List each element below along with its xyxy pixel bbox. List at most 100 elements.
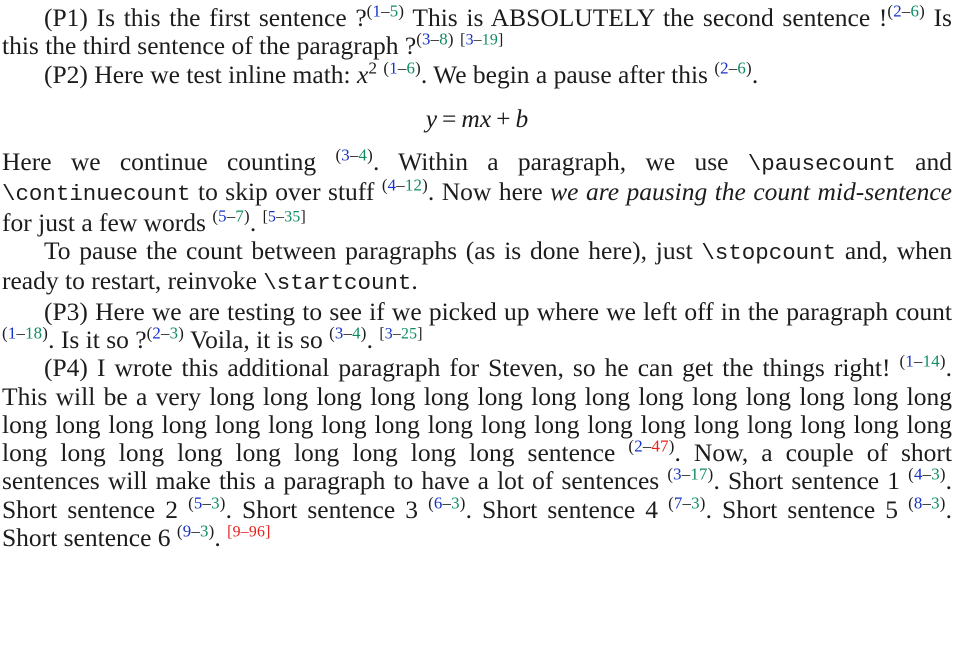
sentence-word-count: 4 [352, 323, 361, 343]
paragraph-p2: (P2) Here we test inline math: x2 (1–6).… [44, 58, 759, 89]
paragraph-word-count: 25 [401, 325, 418, 343]
sentence-word-count: 3 [451, 493, 460, 513]
emphasis-text: we are pausing the count mid-sentence [550, 177, 952, 207]
sentence-index: 1 [372, 1, 382, 21]
marker-dash: – [430, 29, 440, 49]
sentence-word-count: 18 [25, 323, 43, 343]
sentence-count-marker: (9–3) [177, 522, 215, 541]
sentence-index: 3 [422, 29, 431, 49]
equation-lhs: y [425, 103, 438, 133]
sentence-word-count: 7 [235, 206, 245, 226]
marker-close-paren: ) [707, 464, 714, 484]
marker-dash: – [381, 1, 390, 21]
marker-close-paren: ) [668, 436, 675, 456]
equation-variable: x [479, 103, 492, 133]
sentence-word-count: 3 [169, 323, 179, 343]
sentence-count-marker: (2–6) [714, 58, 752, 77]
sentence-word-count: 47 [651, 436, 669, 456]
equation-coefficient: m [461, 103, 480, 133]
sentence-word-count: 3 [211, 493, 220, 513]
marker-close-bracket: ] [265, 523, 271, 541]
sentence-count-marker: (4–12) [382, 176, 428, 195]
marker-close-bracket: ] [497, 31, 504, 49]
paragraph-continued: Here we continue counting (3–4). Within … [2, 145, 952, 237]
marker-close-paren: ) [178, 323, 185, 343]
marker-dash: – [392, 325, 402, 343]
paragraph-p3: (P3) Here we are testing to see if we pi… [2, 296, 952, 354]
paragraph-count-marker: [5–35] [263, 208, 306, 225]
marker-dash: – [922, 493, 932, 513]
sentence-count-marker: (2–47) [628, 437, 674, 456]
marker-close-paren: ) [219, 493, 226, 513]
sentence-count-marker: (8–3) [908, 493, 946, 512]
sentence-count-marker: (5–3) [188, 493, 226, 512]
marker-dash: – [682, 493, 692, 513]
paragraph-count-marker: [9–96] [227, 524, 270, 541]
marker-dash: – [396, 175, 405, 195]
marker-close-paren: ) [398, 1, 405, 21]
sentence-index: 1 [905, 351, 914, 371]
sentence-index: 2 [634, 436, 643, 456]
sentence-index: 8 [913, 493, 923, 513]
sentence-word-count: 6 [737, 58, 747, 78]
math-exponent: 2 [368, 58, 377, 78]
document-page: (P1) Is this the first sentence ?(1–5) T… [0, 0, 954, 663]
paragraph-sentence-index: 3 [384, 325, 393, 343]
sentence-count-marker: (3–17) [667, 465, 713, 484]
sentence-count-marker: (3–4) [335, 146, 373, 165]
sentence-count-marker: (4–3) [908, 465, 946, 484]
sentence-index: 3 [334, 323, 344, 343]
paragraph-sentence-index: 3 [465, 31, 474, 49]
marker-close-paren: ) [459, 493, 466, 513]
sentence-word-count: 8 [439, 29, 448, 49]
sentence-index: 3 [341, 145, 350, 165]
inline-math: x2 [357, 58, 377, 89]
sentence-word-count: 4 [358, 145, 368, 165]
marker-close-paren: ) [42, 323, 49, 343]
equation-operator: + [496, 103, 511, 133]
marker-close-paren: ) [939, 493, 946, 513]
marker-dash: – [343, 323, 353, 343]
marker-close-paren: ) [244, 206, 250, 226]
sentence-word-count: 14 [922, 351, 940, 371]
macro-name: \pausecount [747, 151, 896, 178]
marker-dash: – [349, 145, 359, 165]
macro-name: \stopcount [701, 240, 837, 267]
sentence-count-marker: (3–8) [416, 30, 454, 49]
marker-close-paren: ) [208, 521, 215, 541]
marker-close-paren: ) [367, 145, 373, 165]
sentence-index: 1 [389, 58, 398, 78]
marker-dash: – [913, 351, 923, 371]
marker-close-paren: ) [699, 493, 706, 513]
marker-close-bracket: ] [417, 325, 423, 343]
paragraph-word-count: 19 [481, 31, 498, 49]
marker-dash: – [922, 464, 932, 484]
sentence-word-count: 12 [404, 175, 423, 195]
sentence-index: 3 [673, 464, 682, 484]
marker-dash: – [473, 31, 482, 49]
equation-relation: = [442, 103, 457, 133]
sentence-count-marker: (7–3) [668, 493, 706, 512]
sentence-index: 4 [913, 464, 923, 484]
sentence-word-count: 3 [931, 493, 940, 513]
marker-dash: – [16, 323, 26, 343]
marker-close-paren: ) [415, 58, 421, 78]
marker-dash: – [202, 493, 212, 513]
paragraph-stopcount: To pause the count between paragraphs (a… [2, 236, 952, 297]
sentence-count-marker: (6–3) [428, 493, 466, 512]
macro-name: \startcount [263, 270, 412, 297]
paragraph-sentence-index: 9 [232, 523, 241, 541]
paragraph-p1: (P1) Is this the first sentence ?(1–5) T… [2, 1, 952, 61]
marker-close-paren: ) [360, 323, 367, 343]
sentence-count-marker: (1–6) [383, 58, 421, 77]
sentence-word-count: 17 [690, 464, 708, 484]
sentence-count-marker: (1–18) [2, 323, 48, 342]
sentence-count-marker: (5–7) [212, 206, 250, 225]
paragraph-word-count: 35 [284, 208, 301, 226]
sentence-index: 5 [193, 493, 203, 513]
marker-close-bracket: ] [300, 208, 306, 226]
math-base: x [357, 59, 369, 89]
marker-dash: – [161, 323, 170, 343]
sentence-index: 7 [673, 493, 683, 513]
sentence-index: 2 [893, 1, 902, 21]
